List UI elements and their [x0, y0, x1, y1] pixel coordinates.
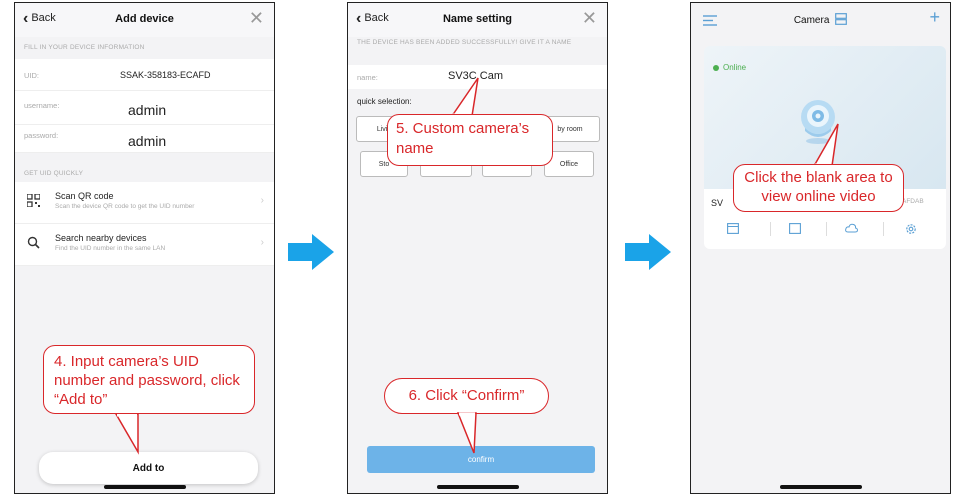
status-dot [713, 64, 719, 71]
password-value: admin [128, 133, 167, 149]
section-caption: FILL IN YOUR DEVICE INFORMATION [24, 44, 145, 51]
callout-pointer [114, 413, 139, 455]
layout-toggle-icon[interactable] [835, 13, 848, 28]
close-icon[interactable]: ✕ [249, 8, 264, 29]
search-devices-title: Search nearby devices [55, 233, 147, 243]
page-title: Name setting [442, 13, 513, 25]
confirm-callout: 6. Click “Confirm” [384, 378, 549, 414]
toolbar-divider [770, 222, 771, 236]
search-devices-subtitle: Find the UID number in the same LAN [55, 245, 166, 252]
online-status: Online [713, 63, 746, 72]
quick-selection-label: quick selection: [357, 97, 412, 106]
nav-bar: ‹ Back Name setting ✕ [348, 3, 607, 37]
name-label: name: [357, 73, 378, 82]
cloud-icon[interactable] [845, 223, 858, 236]
home-indicator [436, 485, 519, 489]
callout-pointer [450, 77, 479, 117]
search-icon [27, 236, 40, 252]
add-icon[interactable]: + [929, 7, 940, 28]
toolbar-divider [883, 222, 884, 236]
callout-pointer [812, 123, 839, 167]
name-callout: 5. Custom camera’s name [387, 114, 553, 166]
scan-qr-subtitle: Scan the device QR code to get the UID n… [55, 203, 195, 210]
username-value: admin [128, 102, 167, 118]
online-text: Online [723, 63, 747, 72]
album-icon[interactable] [789, 223, 801, 237]
nav-bar: ‹ Back Add device ✕ [15, 3, 274, 37]
page-title: Add device [115, 13, 174, 25]
toolbar-divider [826, 222, 827, 236]
password-label: password: [24, 131, 59, 140]
home-indicator [779, 485, 862, 489]
home-indicator [103, 485, 186, 489]
close-icon[interactable]: ✕ [582, 8, 597, 29]
arrow-right-icon [625, 234, 671, 270]
view-video-callout: Click the blank area to view online vide… [733, 164, 904, 212]
qr-code-icon [26, 193, 41, 210]
page-title-wrap: Camera [691, 13, 950, 28]
chevron-right-icon: › [260, 237, 264, 248]
section-caption: GET UID QUICKLY [24, 170, 84, 177]
add-to-button[interactable]: Add to [39, 452, 258, 484]
playback-icon[interactable] [727, 223, 739, 237]
uid-label: UID: [24, 71, 39, 80]
camera-list-screen: Camera + Online SV AFDAB [690, 2, 951, 494]
success-notice: THE DEVICE HAS BEEN ADDED SUCCESSFULLY! … [357, 39, 572, 46]
device-name: SV [711, 198, 724, 208]
arrow-right-icon [288, 234, 334, 270]
scan-qr-item[interactable]: Scan QR code Scan the device QR code to … [15, 182, 274, 224]
username-label: username: [24, 101, 60, 110]
scan-qr-title: Scan QR code [55, 191, 114, 201]
nav-bar: Camera + [691, 3, 950, 37]
uid-field[interactable]: UID: SSAK-358183-ECAFD [15, 59, 274, 91]
page-title: Camera [793, 15, 830, 27]
username-field[interactable]: username: admin [15, 91, 274, 125]
settings-gear-icon[interactable] [905, 223, 917, 238]
chevron-right-icon: › [260, 195, 264, 206]
password-field[interactable]: password: admin [15, 125, 274, 153]
device-uid: AFDAB [902, 198, 924, 205]
search-devices-item[interactable]: Search nearby devices Find the UID numbe… [15, 224, 274, 266]
callout-pointer [456, 412, 477, 454]
uid-value: SSAK-358183-ECAFD [120, 70, 211, 80]
instruction-callout: 4. Input camera’s UID number and passwor… [43, 345, 255, 414]
